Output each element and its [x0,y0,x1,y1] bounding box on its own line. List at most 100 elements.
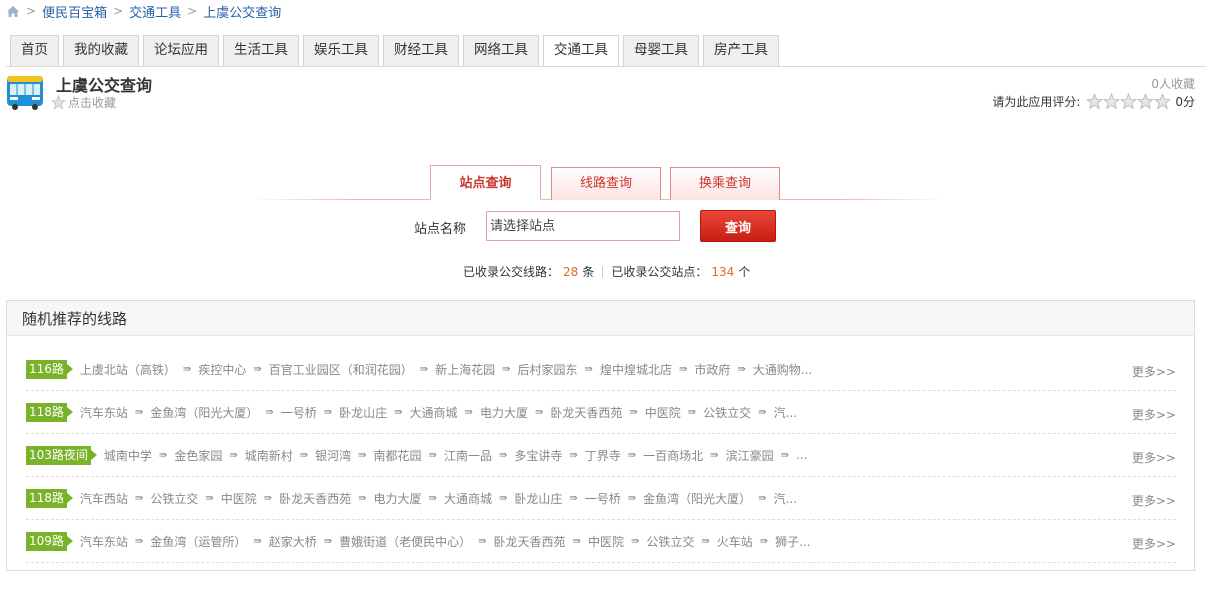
arrow-right-icon: ⇛ [428,449,437,461]
route-stop[interactable]: 卧龙天香西苑 [550,404,622,421]
route-badge[interactable]: 116路 [26,359,73,379]
arrow-right-icon: ⇛ [419,363,429,375]
route-stop[interactable]: 丁界寺 [585,447,621,464]
route-stop[interactable]: 大通购物... [753,361,812,378]
route-badge[interactable]: 118路 [26,488,73,508]
route-stop[interactable]: 金鱼湾（阳光大厦） [643,490,751,507]
route-stop[interactable]: 后村家园东 [518,361,578,378]
rating-star-icon[interactable] [1137,93,1155,110]
arrow-right-icon: ⇛ [299,449,309,461]
route-stop[interactable]: 汽车西站 [80,490,128,507]
route-stop[interactable]: 中医院 [645,404,681,421]
route-stop[interactable]: 中医院 [221,490,257,507]
route-stop[interactable]: 大通商城 [444,490,492,507]
route-stop[interactable]: 卧龙山庄 [339,404,387,421]
route-stop[interactable]: 汽车东站 [80,404,128,421]
lines-unit: 条 [582,265,595,279]
route-stop[interactable]: 城南中学 [104,447,152,464]
route-stop[interactable]: 一号桥 [585,490,621,507]
route-stop[interactable]: 江南一品 [444,447,492,464]
route-stop[interactable]: 新上海花园 [435,361,495,378]
route-stop[interactable]: 一号桥 [281,404,317,421]
route-stop[interactable]: 电力大厦 [480,404,528,421]
route-stop[interactable]: 银河湾 [315,447,351,464]
rating-star-icon[interactable] [1103,93,1121,110]
arrow-right-icon: ⇛ [498,449,508,461]
tab-entertainment-tools[interactable]: 娱乐工具 [303,35,379,66]
route-stop[interactable]: 汽... [774,490,797,507]
breadcrumb-link[interactable]: 便民百宝箱 [42,2,107,21]
tab-transport-tools[interactable]: 交通工具 [543,35,619,67]
rating-star-icon[interactable] [1086,93,1104,110]
query-button[interactable]: 查询 [700,210,776,242]
route-stop[interactable]: 南都花园 [374,447,422,464]
rating-score: 0分 [1175,95,1195,109]
chevron-right-icon: > [187,4,198,18]
route-stop[interactable]: 中医院 [588,533,624,550]
route-stop[interactable]: 上虞北站（高铁） [80,361,176,378]
more-link[interactable]: 更多>> [1132,449,1176,466]
tab-transfer-query[interactable]: 换乘查询 [670,167,780,200]
route-stop[interactable]: 卧龙天香西苑 [279,490,351,507]
route-stop[interactable]: 金鱼湾（运管所） [150,533,246,550]
tabs-divider [6,66,1206,67]
rating-row: 请为此应用评分: 0分 [992,93,1195,110]
route-badge[interactable]: 109路 [26,531,73,551]
more-link[interactable]: 更多>> [1132,406,1176,423]
route-stop[interactable]: 公铁立交 [703,404,751,421]
route-badge[interactable]: 103路夜间 [26,445,97,465]
more-link[interactable]: 更多>> [1132,535,1176,552]
tab-finance-tools[interactable]: 财经工具 [383,35,459,66]
breadcrumb-link[interactable]: 交通工具 [129,2,181,21]
stats-divider [602,265,604,278]
route-stop[interactable]: 煌中煌城北店 [600,361,672,378]
arrow-right-icon: ⇛ [205,492,214,504]
route-stop[interactable]: 汽车东站 [80,533,128,550]
tab-life-tools[interactable]: 生活工具 [223,35,299,66]
route-badge[interactable]: 118路 [26,402,73,422]
route-stop[interactable]: 卧龙山庄 [514,490,562,507]
breadcrumb-current[interactable]: 上虞公交查询 [203,2,281,21]
route-stop[interactable]: 卧龙天香西苑 [494,533,566,550]
add-favorite-button[interactable]: 点击收藏 [50,94,117,111]
route-stop[interactable]: 疾控中心 [198,361,246,378]
favorite-label: 点击收藏 [68,96,117,110]
home-icon[interactable] [6,5,20,18]
route-row: 103路夜间 城南中学 ⇛ 金色家园 ⇛ 城南新村 ⇛ 银河湾 ⇛ 南都花园 ⇛ 江南一品 ⇛ 多宝讲寺 ⇛… [26,434,1176,477]
route-stop[interactable]: 公铁立交 [646,533,694,550]
rating-star-icon[interactable] [1154,93,1172,110]
route-stop[interactable]: 金鱼湾（阳光大厦） [150,404,258,421]
route-stop[interactable]: ... [796,448,807,462]
route-stop[interactable]: 金色家园 [174,447,222,464]
route-stop[interactable]: 市政府 [694,361,730,378]
station-input[interactable] [486,211,680,241]
route-stop[interactable]: 汽... [774,404,797,421]
route-stop[interactable]: 百官工业园区（和润花园） [269,361,413,378]
route-stop[interactable]: 公铁立交 [150,490,198,507]
tab-property-tools[interactable]: 房产工具 [703,35,779,66]
more-link[interactable]: 更多>> [1132,492,1176,509]
tab-baby-tools[interactable]: 母婴工具 [623,35,699,66]
route-stop[interactable]: 一百商场北 [643,447,703,464]
route-stop[interactable]: 赵家大桥 [269,533,317,550]
route-stop[interactable]: 滨江豪园 [726,447,774,464]
tab-home[interactable]: 首页 [10,35,59,66]
route-stop[interactable]: 曹娥街道（老便民中心） [339,533,471,550]
tab-station-query[interactable]: 站点查询 [430,165,541,200]
rating-star-icon[interactable] [1120,93,1138,110]
tab-my-favorites[interactable]: 我的收藏 [63,35,139,66]
route-stop[interactable]: 大通商城 [410,404,458,421]
tab-network-tools[interactable]: 网络工具 [463,35,539,66]
arrow-right-icon: ⇛ [759,535,769,547]
route-stop[interactable]: 多宝讲寺 [514,447,562,464]
route-stop[interactable]: 狮子... [775,533,810,550]
route-stop[interactable]: 城南新村 [245,447,293,464]
route-stop[interactable]: 火车站 [717,533,753,550]
route-row: 116路 上虞北站（高铁） ⇛ 疾控中心 ⇛ 百官工业园区（和润花园） ⇛ 新上海花园 ⇛ 后村家… [26,348,1176,391]
tab-forum-apps[interactable]: 论坛应用 [143,35,219,66]
tab-line-query[interactable]: 线路查询 [551,167,661,200]
route-stop[interactable]: 电力大厦 [374,490,422,507]
arrow-right-icon: ⇛ [569,449,578,461]
more-link[interactable]: 更多>> [1132,363,1176,380]
arrow-right-icon: ⇛ [758,406,767,418]
